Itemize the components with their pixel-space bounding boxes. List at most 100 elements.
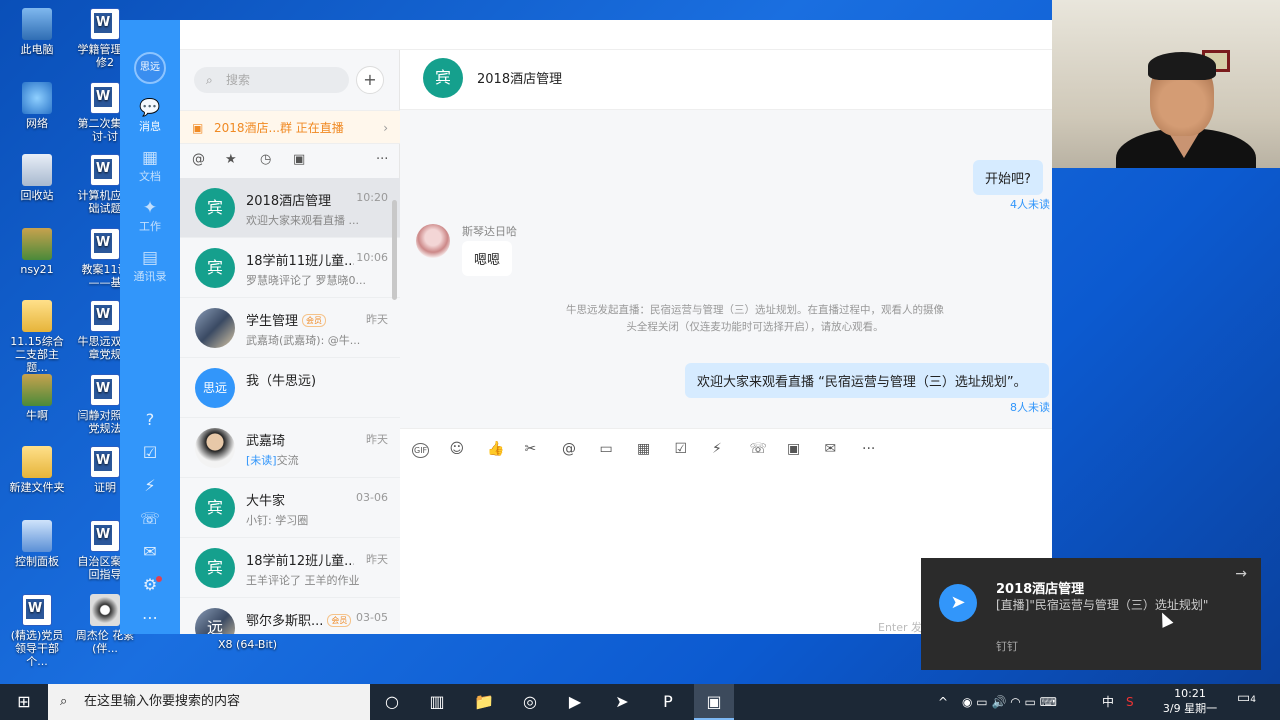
taskbar-app-icon[interactable]: ◎ [510,684,550,720]
message-bubble[interactable]: 嗯嗯 [462,241,513,276]
doc-icon [90,8,120,40]
desktop-icon[interactable]: (精选)党员领导干部个... [6,594,68,668]
conversation-preview: 王羊评论了 王羊的作业 [246,572,386,588]
input-tool-icon[interactable]: ▣ [787,441,800,457]
doc-icon [90,154,120,186]
notification-toast[interactable]: ➤ 2018酒店管理 [直播]"民宿运营与管理（三）选址规划" 钉钉 → [921,558,1261,670]
preview-text: 武嘉琦(武嘉琦): @牛... [246,334,361,347]
conversation-avatar: 思远 [195,368,235,408]
nav-tool-icon[interactable]: ⚙ [120,568,180,601]
conversation-item[interactable]: 宾 2018酒店管理 10:20 欢迎大家来观看直播 ... [180,178,400,238]
live-icon: ▣ [192,121,204,135]
start-button[interactable]: ⊞ [0,684,48,720]
filter-tool-icon[interactable]: ◷ [260,152,271,167]
taskbar-app-icon[interactable]: ▣ [694,684,734,720]
nav-tool-icon[interactable]: ☑ [120,436,180,469]
conversation-item[interactable]: 宾大牛家 03-06 小钉: 学习圈 [180,478,400,538]
dingtalk-logo-icon: ➤ [939,584,977,622]
nav-item-2[interactable]: ✦ 工作 [120,198,180,234]
message-bubble[interactable]: 欢迎大家来观看直播 “民宿运营与管理（三）选址规划”。 [685,363,1049,398]
nav-item-0[interactable]: 💬 消息 [120,98,180,134]
conversation-time: 10:20 [356,191,388,204]
filter-tool-icon[interactable]: ▣ [293,152,305,167]
tray-icons[interactable]: ◉ ▭ 🔊 ◠ ▭ ⌨ [962,684,1057,720]
folder-icon [22,446,52,478]
taskbar-app-icon[interactable]: ➤ [602,684,642,720]
nav-tool-icon[interactable]: ☏ [120,502,180,535]
taskbar-app-icon[interactable]: ○ [372,684,412,720]
taskbar-app-icon[interactable]: P [648,684,688,720]
input-tool-icon[interactable]: ☑ [675,441,688,457]
sogou-icon[interactable]: S [1126,684,1134,720]
conversation-item[interactable]: 宾 18学前11班儿童... 10:06 罗慧晓评论了 罗慧晓0... [180,238,400,298]
nav-item-3[interactable]: ▤ 通讯录 [120,248,180,284]
person-hair [1148,52,1216,80]
desktop-icon[interactable]: 回收站 [6,154,68,202]
doc-icon [90,82,120,114]
input-tool-icon[interactable]: ✉ [825,441,837,457]
ime-indicator[interactable]: 中 [1102,684,1114,720]
nav-tool-icon[interactable]: ⚡ [120,469,180,502]
input-tool-icon[interactable]: ☺ [450,441,465,457]
member-badge: 会员 [302,314,327,327]
conversation-item[interactable]: 学生管理 会员 昨天 武嘉琦(武嘉琦): @牛... [180,298,400,358]
clock[interactable]: 10:21 3/9 星期一 [1150,686,1230,716]
conversation-time: 昨天 [366,553,388,566]
desktop-icon[interactable]: 11.15综合二支部主题... [6,300,68,374]
filter-tool-icon[interactable]: @ [192,152,205,167]
window-titlebar[interactable] [180,20,1052,50]
nav-tool-icon[interactable]: ✉ [120,535,180,568]
taskbar-search[interactable]: ⌕ 在这里输入你要搜索的内容 [48,684,370,720]
nav-item-1[interactable]: ▦ 文档 [120,148,180,184]
input-tool-icon[interactable]: ✂ [525,441,537,457]
nav-tool-icon[interactable]: ? [120,403,180,436]
desktop-icon[interactable]: 新建文件夹 [6,446,68,494]
desktop-icon[interactable]: 牛啊 [6,374,68,422]
action-center-icon[interactable]: ▭4 [1237,690,1256,706]
input-tool-icon[interactable]: ☏ [750,441,768,457]
unread-count[interactable]: 4人未读 [1010,196,1050,212]
filter-tool-icon[interactable]: ··· [376,152,388,167]
conversation-item[interactable]: 武嘉琦 昨天 [未读]交流 [180,418,400,478]
message-bubble[interactable]: 开始吧? [973,160,1043,195]
group-avatar[interactable]: 宾 [423,58,463,98]
input-tool-icon[interactable]: GIF [412,443,430,458]
conversation-name: 18学前12班儿童... [246,550,354,569]
desktop-icon-label: (精选)党员领导干部个... [10,629,64,668]
conversation-scrollbar[interactable] [392,200,397,300]
desktop-icon[interactable]: nsy21 [6,228,68,276]
desktop-icon[interactable]: 此电脑 [6,8,68,56]
sender-name: 斯琴达日哈 [462,225,517,238]
tray-chevron-icon[interactable]: ^ [938,684,948,720]
user-avatar[interactable]: 思远 [134,52,166,84]
search-input[interactable]: ⌕ 搜索 [194,67,349,93]
doc-icon [90,228,120,260]
taskbar-search-placeholder: 在这里输入你要搜索的内容 [84,694,241,709]
live-banner[interactable]: ▣ 2018酒店...群 正在直播 › [180,110,400,144]
nav-sidebar: 思远 💬 消息 ▦ 文档 ✦ 工作 ▤ 通讯录 ? ☑ ⚡ ☏ ✉ ⚙ ⋯ [120,20,180,634]
desktop-icon[interactable]: 网络 [6,82,68,130]
desktop-icon-label: 控制面板 [15,555,59,568]
arrow-right-icon[interactable]: → [1235,566,1247,582]
input-tool-icon[interactable]: 👍 [487,441,504,457]
taskbar-app-icon[interactable]: ▶ [555,684,595,720]
sender-avatar[interactable] [416,224,450,258]
taskbar-app-icon[interactable]: ▥ [417,684,457,720]
conversation-item[interactable]: 宾 18学前12班儿童... 昨天 王羊评论了 王羊的作业 [180,538,400,598]
desktop-icon-label: 11.15综合二支部主题... [10,335,64,374]
input-tool-icon[interactable]: ⚡ [712,441,722,457]
filter-tool-icon[interactable]: ★ [225,152,237,167]
input-tool-icon[interactable]: ··· [862,441,875,457]
chat-title[interactable]: 2018酒店管理 [477,68,562,87]
conversation-item[interactable]: 远鄂尔多斯职... 会员 03-05 [180,598,400,634]
input-tool-icon[interactable]: @ [562,441,576,457]
desktop-icon-label: 此电脑 [20,43,54,56]
nav-tool-icon[interactable]: ⋯ [120,601,180,634]
input-tool-icon[interactable]: ▦ [637,441,650,457]
add-button[interactable]: + [356,66,384,94]
input-tool-icon[interactable]: ▭ [600,441,613,457]
conversation-item[interactable]: 思远 我（牛思远) [180,358,400,418]
taskbar-app-icon[interactable]: 📁 [464,684,504,720]
unread-count[interactable]: 8人未读 [1010,399,1050,415]
desktop-icon[interactable]: 控制面板 [6,520,68,568]
